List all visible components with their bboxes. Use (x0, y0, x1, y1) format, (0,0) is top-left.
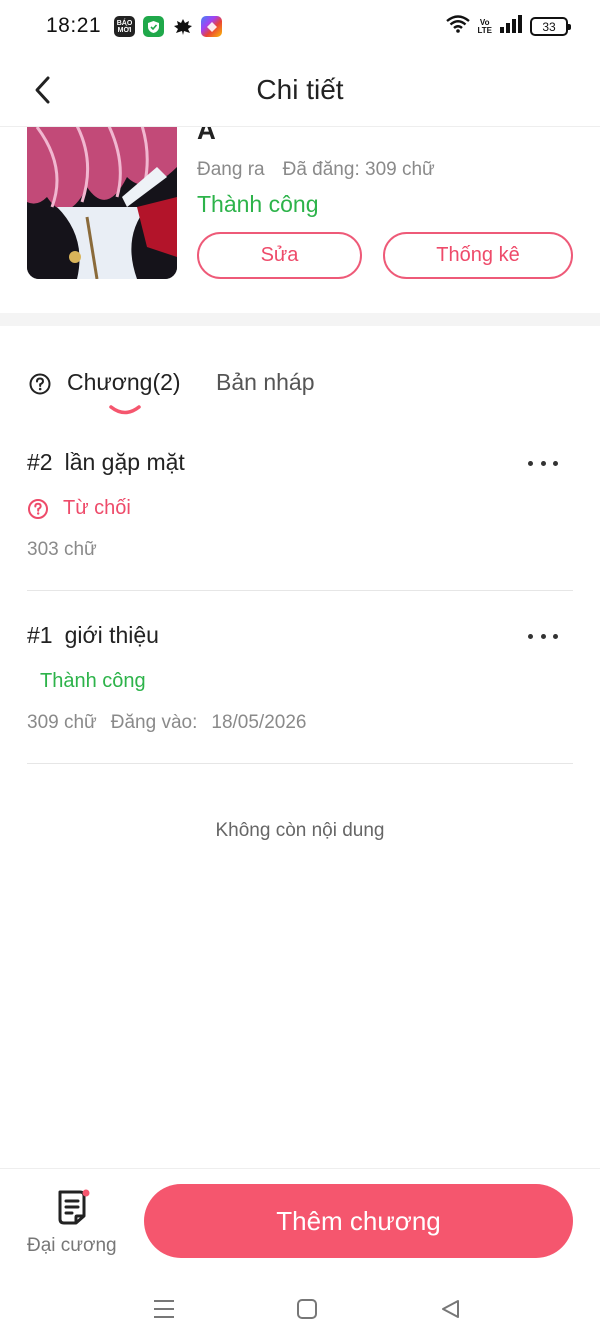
stats-button[interactable]: Thống kê (383, 232, 573, 279)
chapter-heading: #1 giới thiệu (27, 622, 159, 649)
chapter-word-count: 303 chữ (27, 539, 97, 560)
status-time: 18:21 (46, 14, 102, 37)
photos-app-icon (201, 16, 222, 37)
wifi-icon (446, 15, 471, 38)
outline-label: Đại cương (27, 1235, 117, 1256)
chapter-title: giới thiệu (64, 622, 159, 648)
book-word-count: Đã đăng: 309 chữ (282, 159, 435, 180)
book-card: A Đang ra Đã đăng: 309 chữ Thành công Sửa… (0, 127, 600, 313)
leaf-app-icon (172, 16, 193, 37)
chapter-item[interactable]: #1 giới thiệu Thành công 309 chữ Đăng vào:… (0, 622, 600, 762)
tab-drafts[interactable]: Bản nháp (216, 369, 314, 396)
active-tab-indicator (109, 405, 141, 415)
system-icons: Vo LTE 33 (446, 15, 571, 38)
more-options-button[interactable] (528, 455, 558, 471)
book-meta: Đang ra Đã đăng: 309 chữ (197, 159, 435, 181)
edit-button[interactable]: Sửa (197, 232, 362, 279)
chapter-status: Thành công (40, 670, 146, 693)
chapter-title: lần gặp mặt (64, 449, 185, 475)
status-bar: 18:21 BÁO MỚI Vo LTE 33 (0, 0, 600, 56)
bottom-action-bar: Đại cương Thêm chương (0, 1168, 600, 1278)
chapter-date: 18/05/2026 (211, 712, 307, 733)
page-title: Chi tiết (256, 74, 344, 105)
help-icon[interactable] (29, 373, 51, 400)
chapter-status: Từ chối (27, 497, 131, 520)
app-header: Chi tiết (0, 56, 600, 126)
shield-app-icon (143, 16, 164, 37)
back-nav-button[interactable] (435, 1294, 465, 1324)
divider (27, 590, 573, 591)
book-cover-image[interactable] (27, 127, 177, 279)
chapter-meta: 309 chữ Đăng vào: 18/05/2026 (27, 712, 306, 734)
divider (27, 763, 573, 764)
home-square-icon (297, 1299, 317, 1319)
notification-icons: BÁO MỚI (114, 16, 222, 37)
back-triangle-icon (442, 1300, 459, 1318)
document-list-icon (56, 1188, 92, 1231)
chapter-tabs: Chương(2) Bản nháp (0, 326, 600, 426)
chapter-number: #2 (27, 449, 53, 475)
menu-nav-button[interactable] (149, 1294, 179, 1324)
chapter-word-count: 309 chữ (27, 712, 97, 733)
book-state: Đang ra (197, 159, 265, 180)
end-of-list-note: Không còn nội dung (215, 820, 385, 841)
menu-icon (154, 1300, 174, 1318)
add-chapter-button[interactable]: Thêm chương (144, 1184, 573, 1258)
section-separator (0, 313, 600, 326)
book-title: A (197, 127, 216, 145)
signal-icon (499, 15, 523, 38)
header-divider (0, 126, 600, 127)
chapter-date-label: Đăng vào: (110, 712, 198, 733)
chapter-status-label: Từ chối (63, 497, 131, 519)
book-status: Thành công (197, 191, 319, 217)
chapter-item[interactable]: #2 lần gặp mặt Từ chối 303 chữ (0, 449, 600, 589)
chapter-status-label: Thành công (40, 670, 146, 692)
question-circle-icon (28, 498, 48, 519)
baomoi-app-icon: BÁO MỚI (114, 16, 135, 37)
battery-icon: 33 (530, 17, 571, 36)
volte-icon: Vo LTE (477, 17, 492, 35)
home-nav-button[interactable] (292, 1294, 322, 1324)
more-options-button[interactable] (528, 628, 558, 644)
chapter-number: #1 (27, 622, 53, 648)
chapter-heading: #2 lần gặp mặt (27, 449, 185, 476)
outline-button[interactable]: Đại cương (22, 1185, 122, 1265)
chapter-meta: 303 chữ (27, 539, 97, 561)
tab-chapters[interactable]: Chương(2) (67, 369, 181, 396)
system-nav-bar (0, 1278, 600, 1343)
